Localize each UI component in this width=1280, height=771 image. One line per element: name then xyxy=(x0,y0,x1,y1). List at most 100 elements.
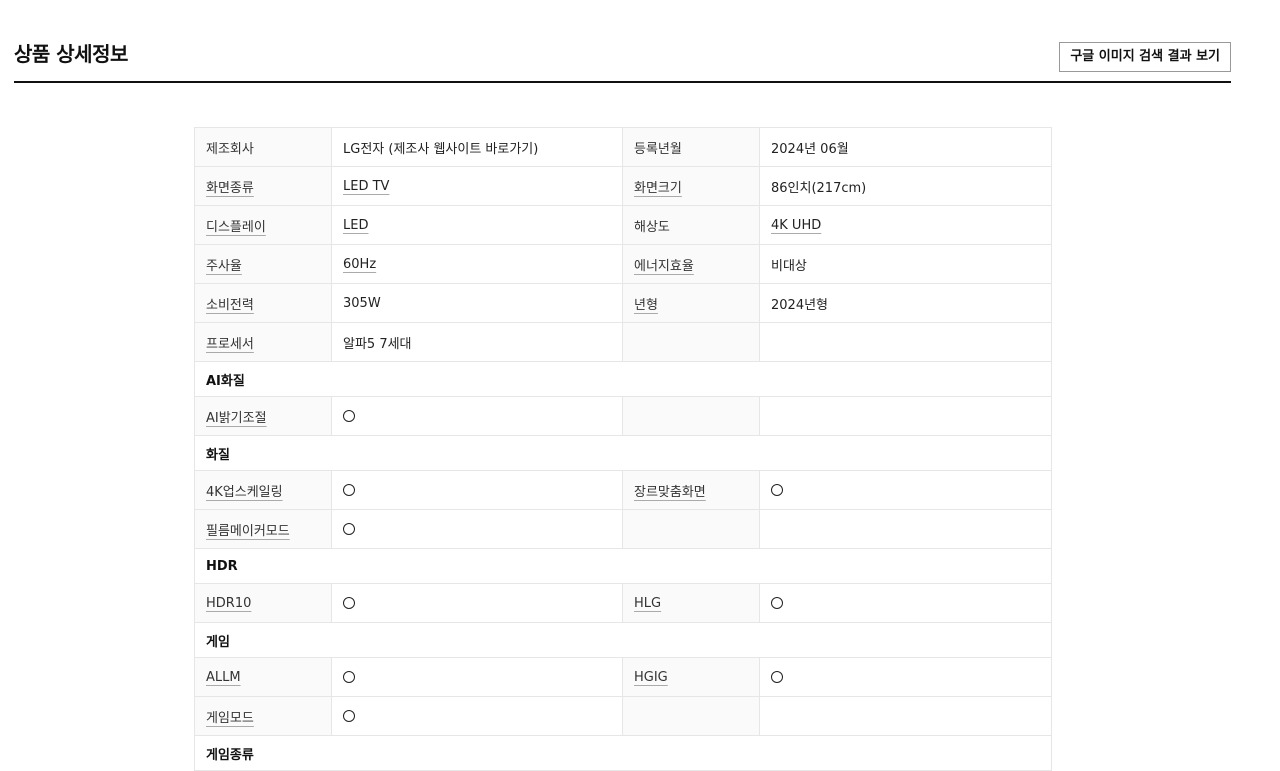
spec-section-row: 게임종류 xyxy=(194,735,1052,771)
spec-label-cell: 해상도 xyxy=(622,205,760,245)
spec-value-cell: 4K UHD xyxy=(759,205,1052,245)
spec-value-cell: 알파5 7세대 xyxy=(331,322,623,362)
spec-value-cell xyxy=(331,470,623,510)
spec-label[interactable]: AI밝기조절 xyxy=(206,411,267,426)
spec-label-cell: 필름메이커모드 xyxy=(194,509,332,549)
spec-label-cell: 년형 xyxy=(622,283,760,323)
spec-label[interactable]: 화면종류 xyxy=(206,181,254,196)
spec-value-cell xyxy=(759,696,1052,736)
spec-value[interactable]: 4K UHD xyxy=(771,218,821,233)
spec-value-cell: LED TV xyxy=(331,166,623,206)
google-image-search-button[interactable]: 구글 이미지 검색 결과 보기 xyxy=(1059,42,1231,72)
spec-label-cell: 소비전력 xyxy=(194,283,332,323)
spec-label-cell: 프로세서 xyxy=(194,322,332,362)
spec-value: 알파5 7세대 xyxy=(343,336,412,352)
spec-value-cell: LED xyxy=(331,205,623,245)
spec-value: 비대상 xyxy=(771,258,807,274)
spec-value[interactable]: LED TV xyxy=(343,179,389,194)
spec-value-cell: 60Hz xyxy=(331,244,623,284)
spec-value[interactable]: 60Hz xyxy=(343,257,376,272)
supported-circle-icon xyxy=(343,523,355,535)
spec-section-row: 게임 xyxy=(194,622,1052,658)
spec-value-cell: 2024년형 xyxy=(759,283,1052,323)
page-header: 상품 상세정보 구글 이미지 검색 결과 보기 xyxy=(14,0,1231,83)
spec-value[interactable]: LED xyxy=(343,218,368,233)
spec-value-cell xyxy=(759,657,1052,697)
spec-label[interactable]: 장르맞춤화면 xyxy=(634,485,706,500)
spec-value-cell xyxy=(759,322,1052,362)
spec-label-cell: 게임모드 xyxy=(194,696,332,736)
spec-row: HDR10 HLG xyxy=(194,583,1052,623)
spec-value-cell: 비대상 xyxy=(759,244,1052,284)
spec-label[interactable]: HGIG xyxy=(634,670,668,685)
spec-row: AI밝기조절 xyxy=(194,396,1052,436)
spec-label[interactable]: 4K업스케일링 xyxy=(206,485,283,500)
supported-circle-icon xyxy=(771,597,783,609)
supported-circle-icon xyxy=(343,410,355,422)
supported-circle-icon xyxy=(771,484,783,496)
spec-section-title: 게임 xyxy=(194,622,1052,658)
spec-label: 제조회사 xyxy=(206,141,254,157)
spec-label-cell: HDR10 xyxy=(194,583,332,623)
spec-row: 소비전력 305W 년형 2024년형 xyxy=(194,283,1052,323)
spec-label-cell: 장르맞춤화면 xyxy=(622,470,760,510)
spec-label[interactable]: 게임모드 xyxy=(206,711,254,726)
spec-label[interactable]: 소비전력 xyxy=(206,298,254,313)
supported-circle-icon xyxy=(343,710,355,722)
spec-label-cell: HLG xyxy=(622,583,760,623)
spec-row: 필름메이커모드 xyxy=(194,509,1052,549)
spec-value: LG전자 (제조사 웹사이트 바로가기) xyxy=(343,141,539,157)
spec-label-cell xyxy=(622,696,760,736)
spec-value-cell xyxy=(331,509,623,549)
spec-row: 화면종류 LED TV 화면크기 86인치(217cm) xyxy=(194,166,1052,206)
spec-value: 305W xyxy=(343,295,381,311)
spec-label[interactable]: 프로세서 xyxy=(206,337,254,352)
spec-value-cell xyxy=(331,696,623,736)
spec-value-cell xyxy=(759,583,1052,623)
spec-value: 2024년형 xyxy=(771,297,829,313)
spec-value-cell xyxy=(331,657,623,697)
spec-label-cell: 주사율 xyxy=(194,244,332,284)
spec-value-cell: 2024년 06월 xyxy=(759,127,1052,167)
spec-label-cell: AI밝기조절 xyxy=(194,396,332,436)
spec-label: 등록년월 xyxy=(634,141,682,157)
spec-value-cell: LG전자 (제조사 웹사이트 바로가기) xyxy=(331,127,623,167)
spec-label[interactable]: 필름메이커모드 xyxy=(206,524,290,539)
spec-section-row: AI화질 xyxy=(194,361,1052,397)
spec-section-title: AI화질 xyxy=(194,361,1052,397)
supported-circle-icon xyxy=(343,671,355,683)
spec-label-cell: HGIG xyxy=(622,657,760,697)
spec-label-cell: 화면크기 xyxy=(622,166,760,206)
spec-section-row: 화질 xyxy=(194,435,1052,471)
spec-row: 게임모드 xyxy=(194,696,1052,736)
spec-section-title: HDR xyxy=(194,548,1052,584)
spec-value-cell xyxy=(331,583,623,623)
spec-row: 디스플레이 LED 해상도 4K UHD xyxy=(194,205,1052,245)
spec-label[interactable]: HDR10 xyxy=(206,596,251,611)
spec-row: 프로세서 알파5 7세대 xyxy=(194,322,1052,362)
spec-label-cell: 에너지효율 xyxy=(622,244,760,284)
spec-label[interactable]: 주사율 xyxy=(206,259,242,274)
spec-label[interactable]: 디스플레이 xyxy=(206,220,266,235)
spec-table-body: 제조회사 LG전자 (제조사 웹사이트 바로가기) 등록년월 2024년 06월 화면종… xyxy=(194,127,1052,771)
supported-circle-icon xyxy=(343,484,355,496)
spec-value-cell xyxy=(331,396,623,436)
spec-label-cell: 등록년월 xyxy=(622,127,760,167)
spec-label[interactable]: 년형 xyxy=(634,298,658,313)
spec-label[interactable]: HLG xyxy=(634,596,661,611)
spec-row: 4K업스케일링 장르맞춤화면 xyxy=(194,470,1052,510)
supported-circle-icon xyxy=(343,597,355,609)
spec-label[interactable]: ALLM xyxy=(206,670,241,685)
spec-value-cell xyxy=(759,470,1052,510)
spec-label-cell: 제조회사 xyxy=(194,127,332,167)
spec-section-title: 게임종류 xyxy=(194,735,1052,771)
spec-label-cell: ALLM xyxy=(194,657,332,697)
spec-section-title: 화질 xyxy=(194,435,1052,471)
spec-label[interactable]: 에너지효율 xyxy=(634,259,694,274)
spec-value-cell: 86인치(217cm) xyxy=(759,166,1052,206)
spec-value-cell xyxy=(759,396,1052,436)
spec-label[interactable]: 화면크기 xyxy=(634,181,682,196)
spec-row: ALLM HGIG xyxy=(194,657,1052,697)
spec-value: 86인치(217cm) xyxy=(771,180,867,196)
spec-table: 제조회사 LG전자 (제조사 웹사이트 바로가기) 등록년월 2024년 06월 화면종… xyxy=(194,127,1052,771)
